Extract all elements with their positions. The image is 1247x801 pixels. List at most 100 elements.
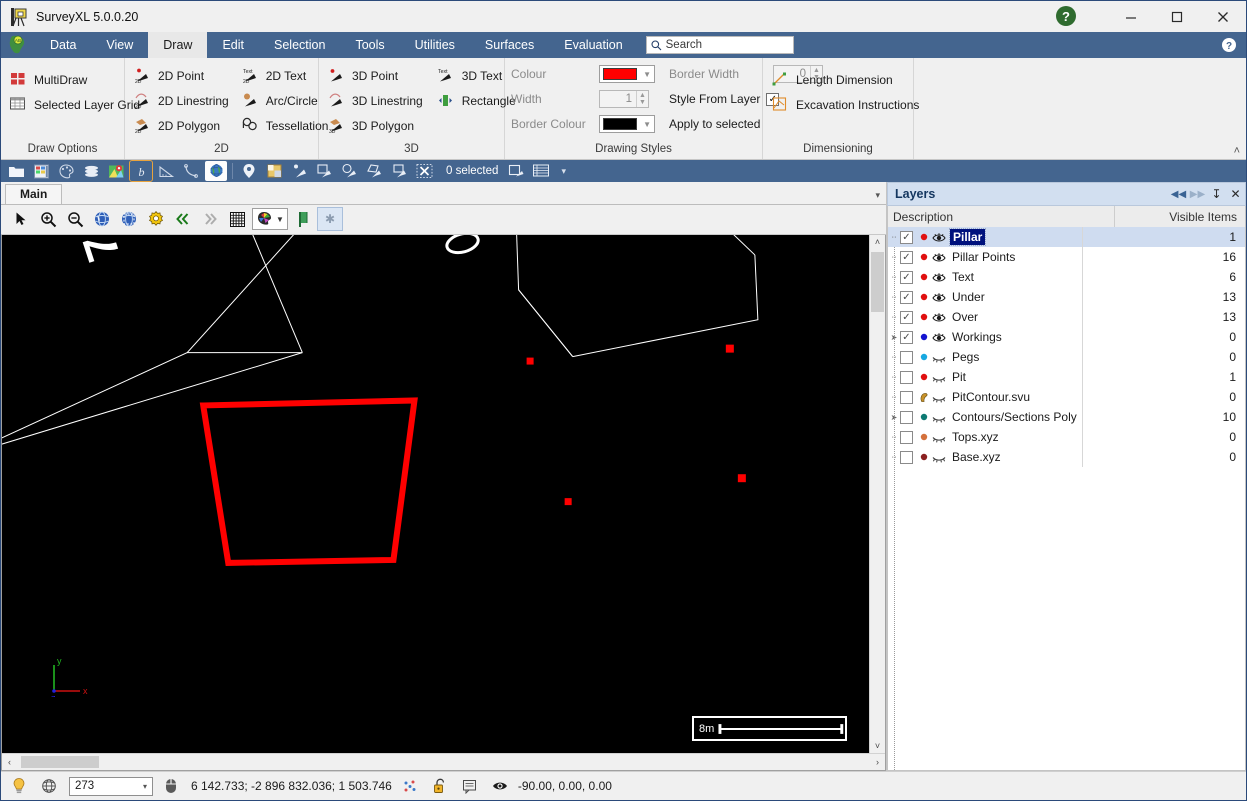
layer-visibility-eye-icon[interactable] [930, 272, 948, 283]
select-rectangle-icon[interactable] [313, 161, 335, 181]
ribbon-tab-edit[interactable]: Edit [207, 32, 259, 58]
layers-stack-icon[interactable] [80, 161, 102, 181]
3d-polygon-button[interactable]: 3D 3D Polygon [325, 113, 429, 138]
layer-visibility-checkbox[interactable] [900, 430, 913, 444]
excavation-instructions-button[interactable]: Excavation Instructions [769, 92, 925, 117]
zoom-out-icon[interactable] [63, 208, 87, 230]
unlocked-icon[interactable] [428, 775, 452, 797]
2d-point-button[interactable]: 2D 2D Point [131, 63, 235, 88]
layer-visibility-checkbox[interactable] [900, 450, 913, 464]
drawing-canvas[interactable]: 7.0 [2, 234, 869, 754]
minimize-button[interactable] [1108, 1, 1154, 32]
column-header-description[interactable]: Description [888, 206, 1115, 227]
hscroll-track[interactable] [17, 756, 870, 769]
layer-visibility-checkbox[interactable]: ✓ [900, 250, 913, 264]
expand-layer-icon[interactable]: ➤ [888, 333, 900, 342]
previous-view-icon[interactable] [171, 208, 195, 230]
layer-row[interactable]: ‧‧ Pegs 0 [888, 347, 1245, 367]
2d-polygon-button[interactable]: 2D 2D Polygon [131, 113, 235, 138]
palette-icon[interactable] [55, 161, 77, 181]
measure-angle-icon[interactable] [155, 161, 177, 181]
layer-visibility-eye-icon[interactable] [930, 252, 948, 263]
deselect-rectangle-icon[interactable] [388, 161, 410, 181]
pin-icon[interactable]: ↧ [1207, 184, 1226, 204]
scroll-left-button[interactable]: ‹ [2, 755, 17, 770]
search-input[interactable]: Search [645, 36, 794, 54]
zoom-extents-icon[interactable] [90, 208, 114, 230]
collapse-ribbon-icon[interactable]: ˄ [1234, 145, 1240, 157]
map-icon[interactable] [105, 161, 127, 181]
plan-view-icon[interactable] [263, 161, 285, 181]
curve-icon[interactable] [180, 161, 202, 181]
app-logo-icon[interactable]: AB [1, 32, 35, 58]
help-icon[interactable]: ? [1056, 6, 1076, 26]
layer-visibility-eye-icon[interactable] [930, 452, 948, 463]
select-polygon-icon[interactable] [363, 161, 385, 181]
apply-to-selected-button[interactable]: Apply to selected [669, 117, 760, 131]
vscroll-thumb[interactable] [871, 251, 884, 312]
ribbon-help-icon[interactable]: ? [1220, 36, 1238, 54]
spinner-arrows-icon[interactable]: ▲ ▼ [636, 91, 648, 107]
ribbon-tab-selection[interactable]: Selection [259, 32, 340, 58]
ribbon-tab-surfaces[interactable]: Surfaces [470, 32, 549, 58]
layer-visibility-eye-icon[interactable] [930, 312, 948, 323]
2d-linestring-button[interactable]: 2D 2D Linestring [131, 88, 235, 113]
width-stepper[interactable]: 1 ▲ ▼ [599, 90, 649, 108]
layer-row[interactable]: ‧‧ ✓ Under 13 [888, 287, 1245, 307]
layer-row[interactable]: ‧‧ ✓ Over 13 [888, 307, 1245, 327]
border-colour-picker[interactable]: ▼ [599, 115, 655, 133]
layer-row[interactable]: ➤ ✓ Workings 0 [888, 327, 1245, 347]
selection-table-icon[interactable] [530, 161, 552, 181]
length-dimension-button[interactable]: Length Dimension [769, 67, 925, 92]
eye-icon[interactable] [488, 775, 512, 797]
toolbar-overflow-caret[interactable]: ▾ [561, 166, 566, 177]
layer-row[interactable]: ‧‧ ✓ Pillar Points 16 [888, 247, 1245, 267]
layer-row[interactable]: ‧‧ Pit 1 [888, 367, 1245, 387]
bookmark-flag-icon[interactable] [291, 208, 315, 230]
ribbon-tab-tools[interactable]: Tools [340, 32, 399, 58]
lightbulb-icon[interactable] [7, 775, 31, 797]
layer-visibility-eye-icon[interactable] [930, 332, 948, 343]
layer-visibility-eye-icon[interactable] [930, 232, 948, 243]
block-model-icon[interactable]: b [129, 160, 153, 182]
ribbon-tab-data[interactable]: Data [35, 32, 91, 58]
layer-visibility-checkbox[interactable]: ✓ [900, 290, 913, 304]
layer-visibility-checkbox[interactable]: ✓ [900, 310, 913, 324]
marker-pin-icon[interactable] [238, 161, 260, 181]
3d-linestring-button[interactable]: 3D Linestring [325, 88, 429, 113]
expand-right-icon[interactable]: ▶▶ [1188, 184, 1207, 204]
view-settings-gear-icon[interactable] [144, 208, 168, 230]
layer-visibility-eye-icon[interactable] [930, 292, 948, 303]
close-button[interactable] [1200, 1, 1246, 32]
vscroll-track[interactable] [870, 250, 885, 738]
layer-row[interactable]: ‧‧ PitContour.svu 0 [888, 387, 1245, 407]
canvas-horizontal-scrollbar[interactable]: ‹ › [2, 753, 885, 770]
snap-points-icon[interactable] [398, 775, 422, 797]
scroll-right-button[interactable]: › [870, 755, 885, 770]
document-tab-main[interactable]: Main [5, 183, 63, 204]
next-view-icon[interactable] [198, 208, 222, 230]
layer-row[interactable]: ‧‧ ✓ Pillar 1 [888, 227, 1245, 247]
chevron-down-icon[interactable]: ▾ [138, 782, 152, 791]
layer-visibility-checkbox[interactable]: ✓ [900, 270, 913, 284]
layer-visibility-eye-icon[interactable] [930, 372, 948, 383]
layer-visibility-eye-icon[interactable] [930, 352, 948, 363]
selection-export-icon[interactable] [505, 161, 527, 181]
ribbon-tab-view[interactable]: View [91, 32, 148, 58]
layer-row[interactable]: ➤ Contours/Sections Poly 10 [888, 407, 1245, 427]
scroll-up-button[interactable]: ˄ [870, 235, 885, 250]
select-point-icon[interactable] [288, 161, 310, 181]
colour-palette-dropdown-icon[interactable]: ▼ [252, 208, 288, 231]
zoom-window-icon[interactable] [117, 208, 141, 230]
layer-visibility-eye-icon[interactable] [930, 432, 948, 443]
layer-visibility-checkbox[interactable]: ✓ [900, 330, 913, 344]
collapse-left-icon[interactable]: ◀◀ [1169, 184, 1188, 204]
layer-row[interactable]: ‧‧ Base.xyz 0 [888, 447, 1245, 467]
layer-visibility-eye-icon[interactable] [930, 412, 948, 423]
open-folder-icon[interactable] [5, 161, 27, 181]
layer-row[interactable]: ‧‧ Tops.xyz 0 [888, 427, 1245, 447]
maximize-button[interactable] [1154, 1, 1200, 32]
grid-toggle-icon[interactable] [225, 208, 249, 230]
ribbon-tab-evaluation[interactable]: Evaluation [549, 32, 637, 58]
snapshot-icon[interactable]: ✱ [317, 207, 343, 232]
